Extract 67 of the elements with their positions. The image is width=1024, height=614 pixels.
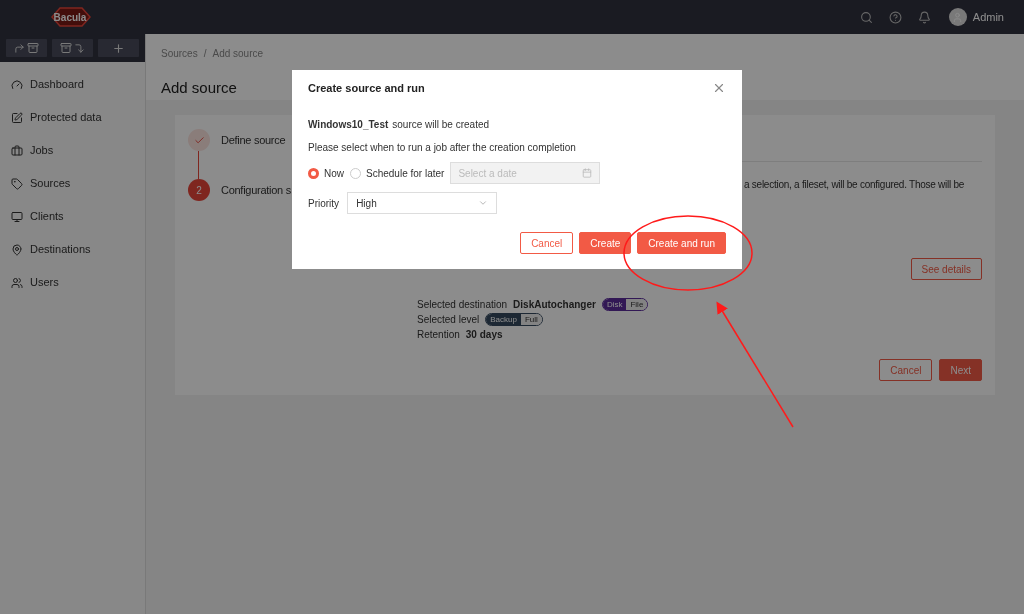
radio-button[interactable] <box>350 167 361 179</box>
toolbar-button[interactable] <box>98 39 139 57</box>
chevron-down-icon <box>478 198 489 208</box>
edit-icon <box>11 111 23 124</box>
step-number: 2 <box>188 179 210 201</box>
step-connector <box>198 151 199 179</box>
forward-arrow-icon <box>14 42 25 54</box>
breadcrumb-link[interactable]: Add source <box>212 46 264 61</box>
detail-label: Selected level <box>417 313 480 327</box>
help-icon[interactable] <box>888 10 902 24</box>
primary-button[interactable]: Create <box>579 232 632 254</box>
detail-label: Retention <box>417 328 460 342</box>
source-message: source will be created <box>392 117 490 132</box>
detail-value: 30 days <box>465 328 503 342</box>
check-icon <box>193 134 205 146</box>
priority-label: Priority <box>308 196 340 211</box>
plus-icon <box>112 41 125 55</box>
calendar-icon <box>582 168 593 178</box>
tag-label: Backup <box>486 314 521 325</box>
page-title: Add source <box>161 78 237 98</box>
step-label: Configuration s <box>221 182 291 198</box>
bell-icon[interactable] <box>917 10 931 24</box>
tag-label: Disk <box>602 299 627 310</box>
search-icon[interactable] <box>859 10 873 24</box>
sidebar-item[interactable]: Users <box>0 266 145 299</box>
toolbar-button[interactable] <box>6 39 47 57</box>
priority-select[interactable]: High <box>347 192 498 214</box>
map-pin-icon <box>11 243 23 256</box>
step-label: Define source <box>221 132 286 148</box>
step-description: a selection, a fileset, will be configured. Those will be <box>743 178 966 192</box>
detail-value: DiskAutochanger <box>513 298 596 312</box>
source-name: Windows10_Test <box>308 117 389 132</box>
close-icon[interactable] <box>712 81 726 95</box>
tag-label: File <box>626 299 648 310</box>
sidebar-item[interactable]: Protected data <box>0 101 145 134</box>
dialog-title: Create source and run <box>308 80 425 96</box>
monitor-icon <box>11 210 23 223</box>
dialog-prompt: Please select when to run a job after the creation completion <box>308 141 577 154</box>
cancel-button[interactable]: Cancel <box>879 359 933 381</box>
breadcrumb-link[interactable]: Sources <box>161 46 198 61</box>
radio-option[interactable]: Now <box>308 165 344 181</box>
user-icon <box>952 11 964 23</box>
down-arrow-icon <box>74 42 85 54</box>
sidebar-item[interactable]: Clients <box>0 200 145 233</box>
user-name[interactable]: Admin <box>972 8 1004 26</box>
tag-label: Full <box>520 314 542 325</box>
detail-label: Selected destination <box>417 298 508 312</box>
radio-option[interactable]: Schedule for later <box>350 165 445 181</box>
sidebar-item[interactable]: Dashboard <box>0 68 145 101</box>
avatar[interactable] <box>948 8 967 26</box>
sidebar-item[interactable]: Destinations <box>0 233 145 266</box>
primary-button[interactable]: Next <box>939 359 982 381</box>
toolbar-button[interactable] <box>52 39 93 57</box>
archive-icon <box>27 42 39 54</box>
gauge-icon <box>11 78 23 91</box>
sidebar-item[interactable]: Jobs <box>0 134 145 167</box>
archive-icon <box>60 42 72 54</box>
primary-button[interactable]: Create and run <box>637 232 726 254</box>
tag-icon <box>11 177 23 190</box>
briefcase-icon <box>11 144 23 157</box>
breadcrumb-separator: / <box>203 47 207 61</box>
cancel-button[interactable]: Cancel <box>520 232 574 254</box>
cancel-button[interactable]: See details <box>910 258 982 280</box>
radio-button[interactable] <box>308 167 319 179</box>
users-icon <box>11 276 23 289</box>
sidebar-item[interactable]: Sources <box>0 167 145 200</box>
logo: Bacula <box>48 5 92 29</box>
